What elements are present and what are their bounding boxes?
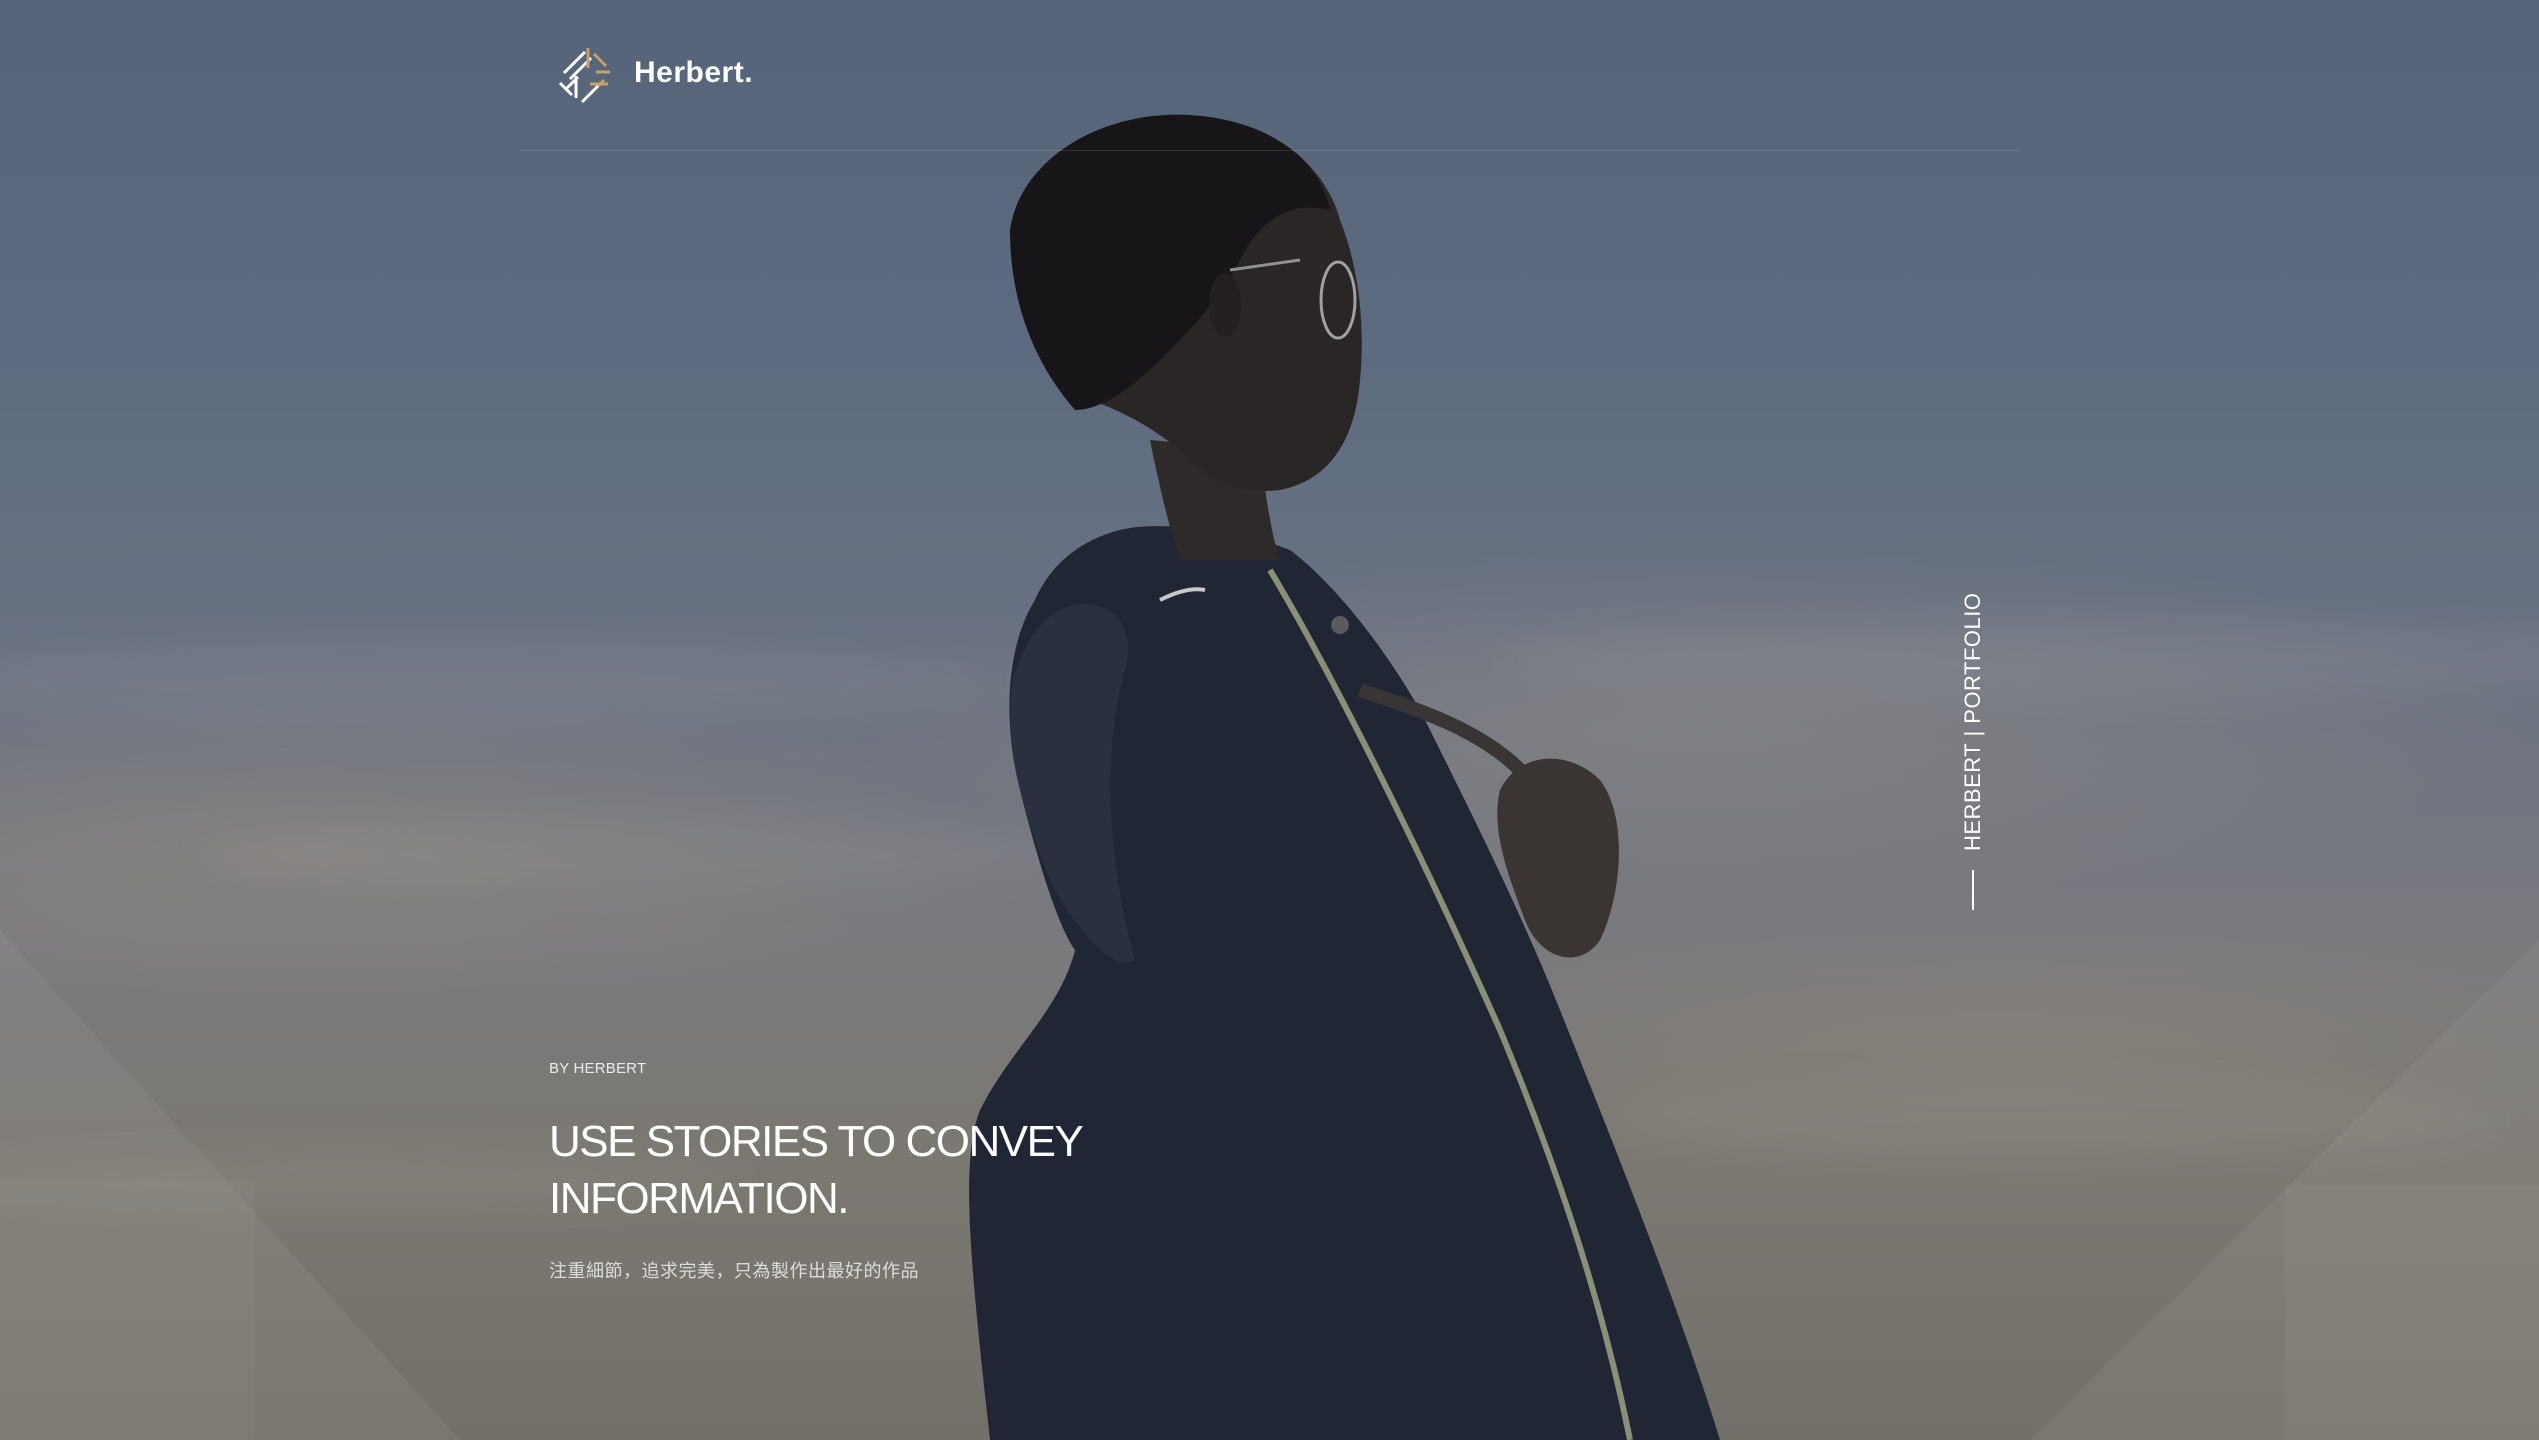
site-header: Herbert. (520, 0, 2020, 151)
logo-link[interactable]: Herbert. (550, 38, 753, 108)
side-label: HERBERT | PORTFOLIO (1958, 592, 1988, 915)
hero-headline-line-2: INFORMATION. (549, 1174, 849, 1223)
hero-byline: BY HERBERT (549, 1060, 647, 1077)
side-label-text: HERBERT | PORTFOLIO (1960, 592, 1985, 852)
hero-subline: 注重細節，追求完美，只為製作出最好的作品 (549, 1261, 919, 1281)
hero-headline: USE STORIES TO CONVEY INFORMATION. (549, 1113, 1249, 1227)
brand-name: Herbert. (634, 56, 754, 89)
hero-text-block: BY HERBERT USE STORIES TO CONVEY INFORMA… (549, 1060, 1249, 1283)
hero-headline-line-1: USE STORIES TO CONVEY (549, 1117, 1084, 1166)
herbert-logo-icon (558, 48, 610, 104)
side-label-line (1972, 870, 1974, 910)
hero-section: Herbert. HERBERT | PORTFOLIO BY HERBERT … (0, 0, 2539, 1440)
cloud-streak (0, 640, 1000, 730)
